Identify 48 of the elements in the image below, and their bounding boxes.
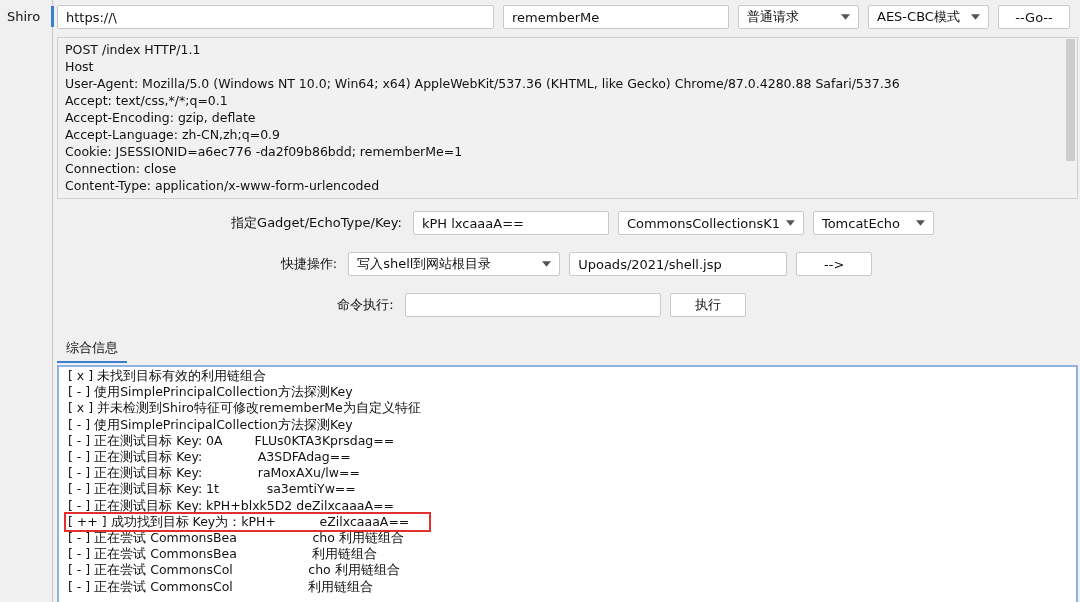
- request-type-dropdown[interactable]: 普通请求: [738, 5, 859, 29]
- command-field[interactable]: [404, 293, 661, 317]
- quick-action-dropdown[interactable]: 写入shell到网站根目录: [348, 252, 561, 276]
- caret-icon: [915, 220, 925, 226]
- mode-dropdown[interactable]: AES-CBC模式: [868, 5, 989, 29]
- log-line: [ - ] 正在测试目标 Key: A3SDFAdag==: [67, 449, 352, 466]
- log-line: [ - ] 正在测试目标 Key: kPH+blxk5D2 deZilxcaaaA==: [67, 497, 395, 514]
- request-line: Accept-Language: zh-CN,zh;q=0.9: [65, 126, 281, 143]
- request-textarea[interactable]: [57, 37, 1078, 199]
- echo-dropdown[interactable]: TomcatEcho: [812, 211, 934, 235]
- log-line: [ - ] 正在尝试 CommonsBea 利用链组合: [67, 546, 379, 563]
- caret-icon: [542, 261, 552, 267]
- log-line: [ - ] 使用SimplePrincipalCollection方法探测Key: [67, 416, 354, 433]
- sidebar-tab[interactable]: Shiro: [0, 6, 54, 27]
- url-field[interactable]: https://\: [57, 5, 494, 29]
- go-button[interactable]: --Go--: [998, 5, 1070, 29]
- request-line: Accept-Encoding: gzip, deflate: [65, 109, 257, 126]
- log-line: [ - ] 正在测试目标 Key: 1t sa3emtiYw==: [67, 481, 357, 498]
- quick-action-label: 快捷操作:: [280, 255, 338, 273]
- command-label: 命令执行:: [337, 296, 394, 314]
- request-line: User-Agent: Mozilla/5.0 (Windows NT 10.0; Win64; x64) AppleWebKit/537.36 (KHTML, like Gecko) Chrome/87.0.4280.88 Safari/537.36: [65, 75, 901, 92]
- log-line: [ - ] 正在尝试 CommonsCol cho 利用链组合: [67, 562, 401, 579]
- log-line: [ - ] 正在测试目标 Key: raMoxAXu/lw==: [67, 465, 361, 482]
- log-line: [ - ] 使用SimplePrincipalCollection方法探测Key: [67, 384, 354, 401]
- run-quick-button[interactable]: -->: [796, 252, 873, 276]
- request-line: Connection: close: [65, 160, 178, 177]
- scrollbar-thumb[interactable]: [1066, 39, 1075, 161]
- request-line: Content-Type: application/x-www-form-urlencoded: [65, 177, 381, 194]
- gadget-label: 指定Gadget/EchoType/Key:: [231, 214, 402, 232]
- log-line: [ ++ ] 成功找到目标 Key为：kPH+ eZilxcaaaA==: [66, 513, 430, 531]
- request-line: Cookie: JSESSIONID=a6ec776 -da2f09b86bdd; rememberMe=1: [65, 143, 464, 160]
- key-field[interactable]: kPH lxcaaaA==: [412, 211, 609, 235]
- log-tab[interactable]: 综合信息: [57, 337, 127, 363]
- caret-icon: [841, 14, 850, 20]
- log-line: [ - ] 正在尝试 CommonsCol 利用链组合: [67, 578, 375, 595]
- request-line: Accept: text/css,*/*;q=0.1: [65, 92, 229, 109]
- request-line: POST /index HTTP/1.1: [65, 41, 202, 58]
- caret-icon: [786, 220, 795, 226]
- gadget-dropdown[interactable]: CommonsCollectionsK1: [617, 211, 804, 235]
- log-line: [ x ] 并未检测到Shiro特征可修改rememberMe为自定义特征: [67, 400, 422, 417]
- log-line: [ - ] 正在尝试 CommonsBea cho 利用链组合: [67, 530, 405, 547]
- log-line: [ x ] 未找到目标有效的利用链组合: [67, 368, 268, 385]
- caret-icon: [971, 14, 980, 20]
- request-line: Host: [65, 58, 95, 75]
- log-line: [ - ] 正在测试目标 Key: 0A FLUs0KTA3Kprsdag==: [67, 432, 396, 449]
- path-field[interactable]: Upoads/2021/shell.jsp: [569, 252, 788, 276]
- execute-button[interactable]: 执行: [669, 293, 746, 317]
- cookie-name-field[interactable]: rememberMe: [503, 5, 729, 29]
